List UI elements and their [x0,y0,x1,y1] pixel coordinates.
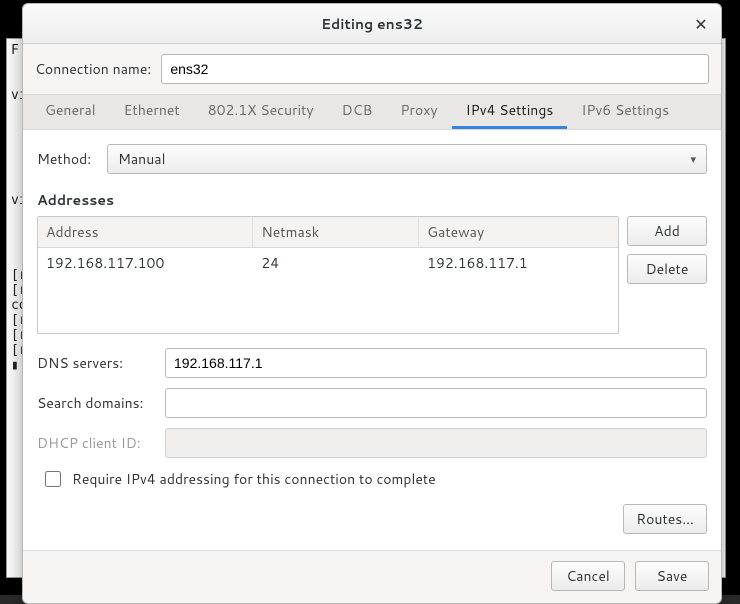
tab-ethernet[interactable]: Ethernet [110,93,194,129]
window-title: Editing ens32 [321,14,423,34]
save-button[interactable]: Save [635,561,709,591]
col-address[interactable]: Address [38,217,253,247]
delete-button[interactable]: Delete [627,254,707,284]
dhcp-client-id-label: DHCP client ID: [37,433,155,453]
cell-address[interactable]: 192.168.117.100 [38,248,253,278]
dhcp-client-id-input [165,428,707,458]
addresses-table[interactable]: Address Netmask Gateway 192.168.117.100 … [37,216,619,334]
connection-name-input[interactable] [161,54,709,84]
network-editor-dialog: Editing ens32 ✕ Connection name: General… [22,3,722,604]
tab-ipv4-settings[interactable]: IPv4 Settings [452,93,568,129]
routes-button[interactable]: Routes… [623,504,707,534]
tab-dcb[interactable]: DCB [328,93,387,129]
dns-servers-input[interactable] [165,348,707,378]
col-gateway[interactable]: Gateway [419,217,618,247]
cell-netmask[interactable]: 24 [253,248,419,278]
titlebar: Editing ens32 ✕ [23,4,721,44]
search-domains-label: Search domains: [37,393,155,413]
dns-servers-label: DNS servers: [37,353,155,373]
require-ipv4-label: Require IPv4 addressing for this connect… [72,469,436,489]
connection-name-label: Connection name: [35,59,151,79]
addresses-title: Addresses [37,190,707,210]
tab-general[interactable]: General [31,93,110,129]
col-netmask[interactable]: Netmask [253,217,419,247]
tab-ipv6-settings[interactable]: IPv6 Settings [567,93,683,129]
tab-bar: General Ethernet 802.1X Security DCB Pro… [23,94,721,130]
tab-8021x-security[interactable]: 802.1X Security [194,93,328,129]
tab-proxy[interactable]: Proxy [386,93,451,129]
close-icon[interactable]: ✕ [691,14,711,34]
method-select[interactable]: Manual ▾ [107,144,707,174]
dialog-footer: Cancel Save [23,550,721,603]
table-row[interactable]: 192.168.117.100 24 192.168.117.1 [38,248,618,278]
ipv4-panel: Method: Manual ▾ Addresses Address Netma… [23,130,721,550]
method-value: Manual [118,149,165,169]
search-domains-input[interactable] [165,388,707,418]
add-button[interactable]: Add [627,216,707,246]
cell-gateway[interactable]: 192.168.117.1 [419,248,618,278]
cancel-button[interactable]: Cancel [551,561,625,591]
require-ipv4-checkbox[interactable] [45,471,61,487]
method-label: Method: [37,149,97,169]
chevron-down-icon: ▾ [690,151,696,167]
